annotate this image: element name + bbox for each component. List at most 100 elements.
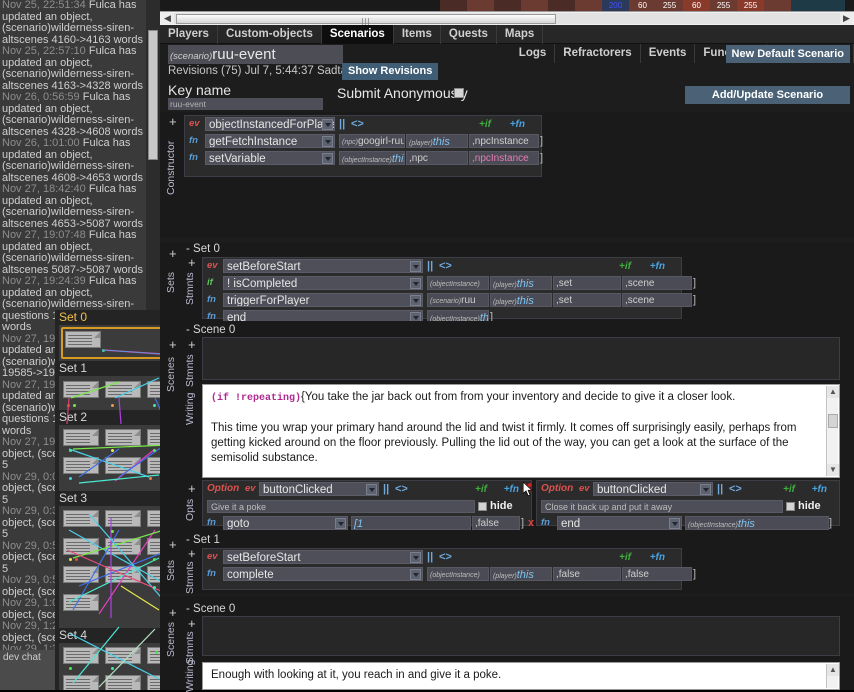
delete-x-icon[interactable]: x: [528, 517, 534, 529]
argument-field[interactable]: ,scene: [622, 276, 692, 290]
pause-icon[interactable]: ||: [339, 118, 345, 130]
statement-name-field[interactable]: end: [557, 516, 682, 530]
tab-quests[interactable]: Quests: [441, 25, 497, 44]
set1-header[interactable]: - Set 1: [186, 534, 220, 546]
add-if-button[interactable]: +if: [479, 119, 491, 130]
graph-port[interactable]: [69, 667, 72, 670]
argument-field[interactable]: (scenario)ruu: [427, 293, 489, 307]
pause-icon[interactable]: ||: [427, 260, 433, 272]
add-if-button[interactable]: +if: [783, 484, 795, 495]
scenes-add-button[interactable]: +: [169, 337, 177, 352]
writing-textarea-2[interactable]: Enough with looking at it, you reach in …: [202, 662, 840, 690]
add-update-scenario-button[interactable]: Add/Update Scenario: [685, 86, 850, 104]
add-fn-button[interactable]: +fn: [510, 119, 525, 130]
pause-icon[interactable]: ||: [383, 483, 389, 495]
graph-port[interactable]: [75, 558, 78, 561]
chevron-down-icon[interactable]: [700, 484, 711, 495]
statement-name-field[interactable]: goto: [223, 516, 348, 530]
statement-name-field[interactable]: triggerForPlayer: [223, 293, 423, 307]
chevron-down-icon[interactable]: [322, 119, 333, 130]
set0-header[interactable]: - Set 0: [186, 243, 220, 255]
option-event-field[interactable]: buttonClicked: [593, 482, 713, 496]
statement-name-field[interactable]: objectInstancedForPlayer: [205, 117, 335, 131]
graph-port[interactable]: [111, 530, 114, 533]
graph-port[interactable]: [153, 586, 156, 589]
argument-field[interactable]: ,scene: [622, 293, 692, 307]
chevron-down-icon[interactable]: [410, 295, 421, 306]
argument-field[interactable]: (objectInstance): [427, 567, 489, 581]
add-if-button[interactable]: +if: [619, 552, 631, 563]
expand-icon[interactable]: <>: [395, 483, 408, 495]
scroll-right-arrow[interactable]: ▶: [840, 13, 853, 24]
expand-icon[interactable]: <>: [729, 483, 742, 495]
chevron-down-icon[interactable]: [410, 552, 421, 563]
argument-field[interactable]: ,false: [472, 516, 520, 530]
option-title-input[interactable]: Close it back up and put it away: [541, 500, 783, 513]
argument-field[interactable]: (player)this: [490, 567, 552, 581]
statement-name-field[interactable]: setBeforeStart: [223, 259, 423, 273]
chevron-down-icon[interactable]: [322, 136, 333, 147]
statement-name-field[interactable]: complete: [223, 567, 423, 581]
writing-scrollbar-2[interactable]: ▲: [826, 664, 839, 688]
argument-field[interactable]: (objectInstance)this: [339, 151, 405, 165]
argument-field[interactable]: ,npc: [406, 151, 468, 165]
add-if-button[interactable]: +if: [475, 484, 487, 495]
tab-items[interactable]: Items: [394, 25, 441, 44]
argument-field[interactable]: ,set: [553, 276, 621, 290]
new-default-scenario-button[interactable]: New Default Scenario: [725, 45, 850, 63]
submit-anonymously-checkbox[interactable]: [454, 88, 464, 98]
graph-port[interactable]: [153, 404, 156, 407]
show-revisions-button[interactable]: Show Revisions: [342, 63, 439, 80]
pause-icon[interactable]: ||: [717, 483, 723, 495]
tab-players[interactable]: Players: [160, 25, 218, 44]
add-fn-button[interactable]: +fn: [812, 484, 827, 495]
graph-port[interactable]: [73, 404, 76, 407]
scroll-up-arrow[interactable]: ▲: [827, 386, 839, 398]
horizontal-scrollbar[interactable]: ||| ◀ ▶: [160, 11, 854, 26]
tab-custom-objects[interactable]: Custom-objects: [218, 25, 322, 44]
expand-icon[interactable]: <>: [439, 551, 452, 563]
graph-port[interactable]: [69, 558, 72, 561]
option-title-input[interactable]: Give it a poke: [207, 500, 475, 513]
argument-field[interactable]: (npc)googirl-ruu: [339, 134, 405, 148]
statement-name-field[interactable]: ! isCompleted: [223, 276, 423, 290]
add-fn-button[interactable]: +fn: [650, 261, 665, 272]
key-name-input[interactable]: ruu-event: [168, 98, 323, 110]
graph-port[interactable]: [111, 449, 114, 452]
chevron-down-icon[interactable]: [322, 153, 333, 164]
chevron-down-icon[interactable]: [410, 261, 421, 272]
statement-name-field[interactable]: setBeforeStart: [223, 550, 423, 564]
scene1-header[interactable]: - Scene 0: [186, 603, 235, 615]
scroll-left-arrow[interactable]: ◀: [161, 13, 174, 24]
activity-log-scrollbar[interactable]: [146, 0, 160, 310]
pause-icon[interactable]: ||: [427, 551, 433, 563]
argument-field[interactable]: ,npcInstance: [469, 151, 539, 165]
argument-field[interactable]: ,false: [553, 567, 621, 581]
chevron-down-icon[interactable]: [366, 484, 377, 495]
graph-port[interactable]: [111, 667, 114, 670]
chevron-down-icon[interactable]: [335, 518, 346, 529]
argument-field[interactable]: (player)this: [406, 134, 468, 148]
argument-field[interactable]: (objectInstance)this: [685, 516, 829, 530]
graph-port[interactable]: [67, 404, 70, 407]
argument-field[interactable]: [1: [351, 516, 471, 530]
scrollbar-thumb[interactable]: [828, 414, 838, 428]
add-if-button[interactable]: +if: [619, 261, 631, 272]
scroll-up-arrow[interactable]: ▲: [827, 664, 839, 676]
writing-scrollbar[interactable]: ▲ ▼: [826, 386, 839, 476]
option-event-field[interactable]: buttonClicked: [259, 482, 379, 496]
argument-field[interactable]: (objectInstance): [427, 276, 489, 290]
expand-icon[interactable]: <>: [351, 118, 364, 130]
graph-port[interactable]: [149, 477, 152, 480]
argument-field[interactable]: (player)this: [490, 276, 552, 290]
scroll-down-arrow[interactable]: ▼: [827, 464, 839, 476]
scenario-name-field[interactable]: (scenario)ruu-event: [168, 45, 343, 64]
add-fn-button[interactable]: +fn: [650, 552, 665, 563]
scrollbar-thumb[interactable]: |||: [176, 14, 556, 26]
argument-field[interactable]: ,set: [553, 293, 621, 307]
hide-checkbox[interactable]: [478, 502, 487, 511]
constructor-add-button[interactable]: +: [169, 114, 177, 129]
writing-textarea[interactable]: (if !repeating){You take the jar back ou…: [202, 384, 840, 478]
chevron-down-icon[interactable]: [410, 278, 421, 289]
graph-port[interactable]: [153, 558, 156, 561]
